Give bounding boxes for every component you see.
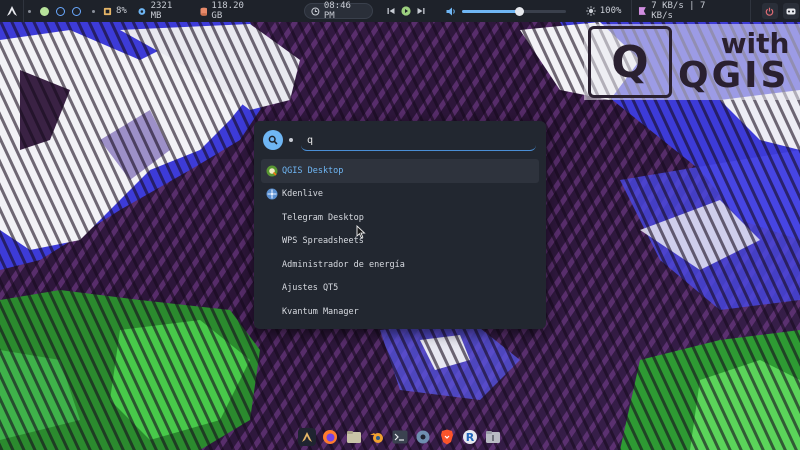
workspace-1-icon[interactable] (40, 6, 50, 16)
volume-widget (446, 0, 567, 22)
next-track-icon[interactable] (417, 7, 425, 15)
qgis-icon (266, 165, 278, 177)
power-button[interactable] (761, 0, 779, 22)
workspaces (34, 0, 87, 22)
watermark-with: with (720, 27, 790, 60)
mouse-cursor-icon (356, 225, 366, 239)
result-label: Kvantum Manager (282, 306, 359, 317)
blank-icon (266, 282, 278, 294)
memory-value: 2321 MB (150, 1, 173, 21)
disk-icon (200, 7, 207, 16)
network-speed: 7 KB/s | 7 KB/s (651, 1, 706, 21)
search-icon (268, 135, 278, 145)
result-label: Kdenlive (282, 189, 323, 200)
files-dock-icon[interactable] (345, 428, 363, 446)
blank-icon (266, 235, 278, 247)
result-label: WPS Spreadsheets (282, 236, 364, 247)
app-launcher: QGIS Desktop Kdenlive Telegram Desktop WPS … (254, 121, 546, 329)
dock: R (294, 424, 506, 450)
previous-track-icon[interactable] (387, 7, 395, 15)
search-input[interactable] (301, 130, 536, 151)
cpu-widget: 8% (99, 0, 131, 22)
volume-slider-handle[interactable] (515, 6, 525, 16)
result-item[interactable]: Kdenlive (261, 183, 539, 207)
separator-dot-icon (27, 9, 31, 13)
result-label: Ajustes QT5 (282, 283, 339, 294)
brightness-widget: 100% (582, 0, 626, 22)
result-item[interactable]: Telegram Desktop (261, 206, 539, 230)
power-icon (765, 7, 774, 16)
play-icon[interactable] (401, 6, 411, 16)
gamepad-icon (786, 8, 796, 14)
blank-icon (266, 259, 278, 271)
settings-dock-icon[interactable] (414, 428, 432, 446)
result-item[interactable]: QGIS Desktop (261, 159, 539, 183)
search-button[interactable] (263, 130, 283, 150)
memory-icon (138, 7, 146, 15)
clock-time: 08:46 PM (323, 1, 351, 21)
arch-launcher-dock-icon[interactable] (298, 428, 316, 446)
network-speed-icon (639, 7, 647, 15)
archive-dock-icon[interactable] (484, 428, 502, 446)
qgis-watermark: Q with QGIS (584, 24, 800, 100)
volume-slider[interactable] (462, 6, 567, 16)
media-controls (387, 0, 425, 22)
firefox-dock-icon[interactable] (321, 428, 339, 446)
separator-dot-icon (91, 9, 95, 13)
top-bar: 8% 2321 MB 118.20 GB 08:46 PM 100% 7 KB/… (0, 0, 800, 22)
r-dock-icon[interactable]: R (461, 428, 479, 446)
disk-value: 118.20 GB (211, 1, 244, 21)
blank-icon (266, 212, 278, 224)
launcher-button[interactable] (0, 0, 23, 22)
clock-widget[interactable]: 08:46 PM (304, 1, 373, 21)
result-item[interactable]: WPS Spreadsheets (261, 230, 539, 254)
network-widget: 7 KB/s | 7 KB/s (638, 0, 730, 22)
result-item[interactable]: Ajustes QT5 (261, 277, 539, 301)
result-item[interactable]: Kvantum Manager (261, 300, 539, 324)
workspace-2-icon[interactable] (56, 6, 66, 16)
results-list: QGIS Desktop Kdenlive Telegram Desktop WPS … (261, 159, 539, 324)
prompt-dot-icon (289, 138, 293, 142)
qgis-logo-icon: Q (588, 26, 672, 98)
arch-logo-icon (6, 6, 17, 16)
watermark-name: QGIS (678, 55, 790, 96)
result-label: Telegram Desktop (282, 212, 364, 223)
disk-widget: 118.20 GB (194, 0, 265, 22)
result-label: Administrador de energía (282, 259, 405, 270)
workspace-3-icon[interactable] (72, 6, 82, 16)
brightness-icon (586, 6, 596, 16)
cpu-icon (103, 7, 112, 15)
result-item[interactable]: Administrador de energía (261, 253, 539, 277)
volume-slider-fill (462, 9, 520, 13)
kdenlive-icon (266, 188, 278, 200)
cpu-value: 8% (115, 6, 127, 16)
blender-dock-icon[interactable] (368, 428, 386, 446)
terminal-dock-icon[interactable] (391, 428, 409, 446)
logout-button[interactable] (782, 0, 800, 22)
brightness-value: 100% (599, 6, 622, 16)
volume-icon[interactable] (446, 7, 456, 16)
result-label: QGIS Desktop (282, 165, 344, 176)
clock-icon (311, 6, 320, 16)
blank-icon (266, 306, 278, 318)
brave-dock-icon[interactable] (438, 428, 456, 446)
svg-text:R: R (466, 431, 475, 444)
memory-widget: 2321 MB (131, 0, 194, 22)
